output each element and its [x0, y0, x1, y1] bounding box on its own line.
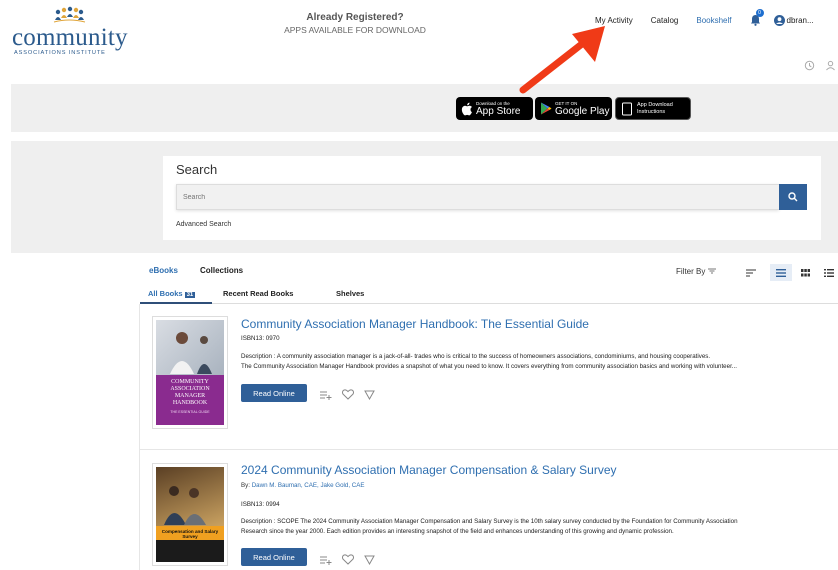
sort-icon — [746, 269, 756, 276]
detail-list-icon — [824, 268, 834, 277]
cover-photo-people — [170, 332, 212, 374]
user-avatar-icon — [773, 14, 785, 26]
grid-view-button[interactable] — [794, 264, 816, 281]
search-input[interactable] — [176, 184, 779, 210]
apple-icon — [461, 102, 472, 115]
red-arrow-annotation — [519, 26, 605, 94]
banner-subtitle: APPS AVAILABLE FOR DOWNLOAD — [284, 25, 426, 35]
add-to-playlist-icon[interactable] — [320, 390, 332, 400]
book-authors: By: Dawn M. Bauman, CAE, Jake Gold, CAE — [241, 482, 364, 489]
book-title[interactable]: 2024 Community Association Manager Compe… — [241, 463, 617, 477]
subtab-recent-read-books[interactable]: Recent Read Books — [223, 289, 293, 298]
search-title: Search — [176, 162, 218, 177]
heart-icon[interactable] — [342, 389, 354, 400]
book-by-label: By: — [241, 482, 250, 489]
book-divider — [140, 449, 838, 450]
notifications-button[interactable]: 0 — [750, 9, 764, 26]
user-menu[interactable]: dbran... — [773, 14, 814, 26]
book-author-links[interactable]: Dawn M. Bauman, CAE, Jake Gold, CAE — [252, 482, 365, 489]
advanced-search-link[interactable]: Advanced Search — [176, 221, 231, 228]
tab-collections[interactable]: Collections — [200, 266, 243, 275]
book-cover[interactable]: Compensation and Salary Survey — [152, 463, 228, 566]
book-actions — [320, 389, 375, 400]
list-border — [139, 304, 140, 570]
app-instructions-button[interactable]: App Download Instructions — [615, 97, 691, 120]
add-to-playlist-icon[interactable] — [320, 555, 332, 565]
document-icon — [622, 102, 632, 115]
filter-by-button[interactable]: Filter By — [676, 267, 716, 276]
google-play-icon — [541, 102, 552, 115]
filter-icon — [707, 268, 716, 274]
utility-icons — [804, 60, 836, 71]
banner-title: Already Registered? — [306, 12, 404, 23]
rating-triangle-icon[interactable] — [364, 555, 375, 565]
logo-subtitle: ASSOCIATIONS INSTITUTE — [14, 50, 106, 56]
top-nav: My Activity Catalog Bookshelf 0 dbran... — [595, 9, 814, 28]
book-actions — [320, 554, 375, 565]
search-button[interactable] — [779, 184, 807, 210]
book-title[interactable]: Community Association Manager Handbook: … — [241, 317, 589, 331]
profile-icon[interactable] — [825, 60, 836, 71]
list-view-button[interactable] — [770, 264, 792, 281]
instructions-line-2: Instructions — [637, 108, 666, 115]
read-online-button[interactable]: Read Online — [241, 548, 307, 566]
book-description-line: Description : A community association ma… — [241, 353, 711, 360]
list-view-icon — [776, 268, 786, 277]
google-play-big-text: Google Play — [555, 105, 610, 117]
subtab-all-books-label: All Books — [148, 289, 183, 298]
grid-view-icon — [800, 268, 810, 276]
rating-triangle-icon[interactable] — [364, 390, 375, 400]
subtab-all-books[interactable]: All Books 31 — [148, 289, 196, 298]
book-description: Description : SCOPE The 2024 Community A… — [241, 517, 826, 537]
book-description: Description : A community association ma… — [241, 352, 826, 372]
cover-title: Compensation and Salary Survey — [161, 528, 219, 539]
book-description-line: The Community Association Manager Handbo… — [241, 363, 737, 370]
filter-by-label: Filter By — [676, 267, 706, 276]
app-store-big-text: App Store — [476, 105, 521, 117]
history-icon[interactable] — [804, 60, 815, 71]
book-isbn: ISBN13: 0970 — [241, 335, 280, 342]
google-play-button[interactable]: GET IT ON Google Play — [535, 97, 612, 120]
instructions-line-1: App Download — [637, 102, 673, 108]
notification-count-badge: 0 — [755, 9, 764, 17]
book-isbn: ISBN13: 0994 — [241, 501, 280, 508]
nav-catalog[interactable]: Catalog — [651, 16, 679, 25]
heart-icon[interactable] — [342, 554, 354, 565]
app-download-banner — [11, 84, 838, 132]
sort-button[interactable] — [740, 264, 762, 281]
cover-title: COMMUNITY ASSOCIATION MANAGER HANDBOOK — [170, 378, 210, 406]
active-subtab-indicator — [140, 302, 212, 304]
book-cover[interactable]: COMMUNITY ASSOCIATION MANAGER HANDBOOK T… — [152, 316, 228, 429]
logo-wordmark: community — [12, 24, 128, 51]
app-store-button[interactable]: Download on the App Store — [456, 97, 533, 120]
book-description-line: Description : SCOPE The 2024 Community A… — [241, 518, 738, 525]
search-icon — [788, 192, 798, 202]
subtab-shelves[interactable]: Shelves — [336, 289, 364, 298]
book-description-line: Research since the year 2000. Each editi… — [241, 528, 674, 535]
detail-view-button[interactable] — [818, 264, 838, 281]
view-toggle-group — [740, 264, 838, 281]
cover-subtitle: THE ESSENTIAL GUIDE — [170, 409, 210, 414]
banner-text: Already Registered? APPS AVAILABLE FOR D… — [280, 12, 430, 35]
book-subtabs: All Books 31 Recent Read Books Shelves — [140, 285, 838, 304]
content-tabs: eBooks Collections — [140, 262, 838, 282]
cover-photo-people — [164, 486, 206, 525]
logo[interactable]: community ASSOCIATIONS INSTITUTE — [12, 6, 127, 56]
all-books-count-badge: 31 — [184, 292, 196, 298]
read-online-button[interactable]: Read Online — [241, 384, 307, 402]
nav-bookshelf[interactable]: Bookshelf — [696, 16, 731, 25]
user-name: dbran... — [786, 15, 814, 25]
logo-people-icon — [53, 6, 86, 23]
tab-ebooks[interactable]: eBooks — [149, 266, 178, 275]
